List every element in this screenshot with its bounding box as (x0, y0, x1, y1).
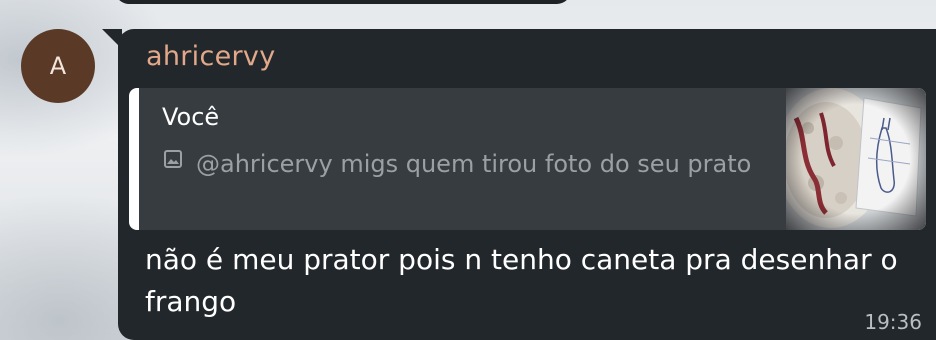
avatar[interactable]: A (21, 29, 95, 103)
sender-name[interactable]: ahricervy (146, 41, 275, 72)
reply-accent-bar (129, 88, 139, 230)
reply-author: Você (162, 103, 220, 131)
previous-message-bubble[interactable] (115, 0, 571, 4)
message-timestamp: 19:36 (864, 310, 922, 334)
avatar-initial: A (49, 52, 67, 80)
message-bubble[interactable]: ahricervy Você @ahricervy migs quem tiro… (118, 29, 936, 340)
reply-text: @ahricervy migs quem tirou foto do seu p… (196, 150, 752, 178)
plate-photo-image (786, 88, 926, 230)
reply-thumbnail[interactable] (786, 88, 926, 230)
reply-preview[interactable]: Você @ahricervy migs quem tirou foto do … (129, 88, 926, 230)
message-text: não é meu prator pois n tenho caneta pra… (145, 243, 898, 318)
